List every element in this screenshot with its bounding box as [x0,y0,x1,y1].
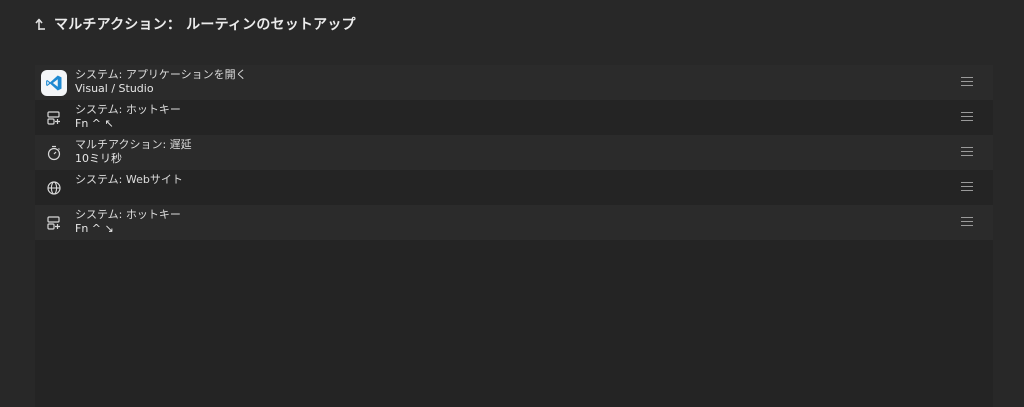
page-header: マルチアクション： ルーティンのセットアップ [34,14,356,34]
action-detail: Fn ^ ↖ [75,117,114,130]
action-detail: 10ミリ秒 [75,152,122,165]
action-title: システム: ホットキー [75,103,181,116]
drag-handle-icon[interactable] [961,182,973,192]
action-title: システム: ホットキー [75,208,181,221]
action-row-website[interactable]: システム: Webサイト [35,170,993,205]
hotkey-icon [41,210,67,236]
drag-handle-icon[interactable] [961,147,973,157]
action-row-delay[interactable]: マルチアクション: 遅延 10ミリ秒 [35,135,993,170]
return-arrow-icon[interactable] [34,16,48,32]
action-detail: Visual / Studio [75,82,154,95]
stopwatch-icon [41,140,67,166]
action-title: マルチアクション: 遅延 [75,138,192,151]
action-row-hotkey[interactable]: システム: ホットキー Fn ^ ↖ [35,100,993,135]
action-list: システム: アプリケーションを開く Visual / Studio システム: … [35,65,993,407]
action-title: システム: アプリケーションを開く [75,68,247,81]
drag-handle-icon[interactable] [961,217,973,227]
drag-handle-icon[interactable] [961,77,973,87]
action-row-open-application[interactable]: システム: アプリケーションを開く Visual / Studio [35,65,993,100]
page-title: マルチアクション： ルーティンのセットアップ [54,17,356,33]
hotkey-icon [41,105,67,131]
action-row-hotkey-2[interactable]: システム: ホットキー Fn ^ ↘ [35,205,993,240]
globe-icon [41,175,67,201]
action-detail: Fn ^ ↘ [75,222,114,235]
drag-handle-icon[interactable] [961,112,973,122]
vscode-app-icon [41,69,67,96]
action-title: システム: Webサイト [75,173,183,186]
